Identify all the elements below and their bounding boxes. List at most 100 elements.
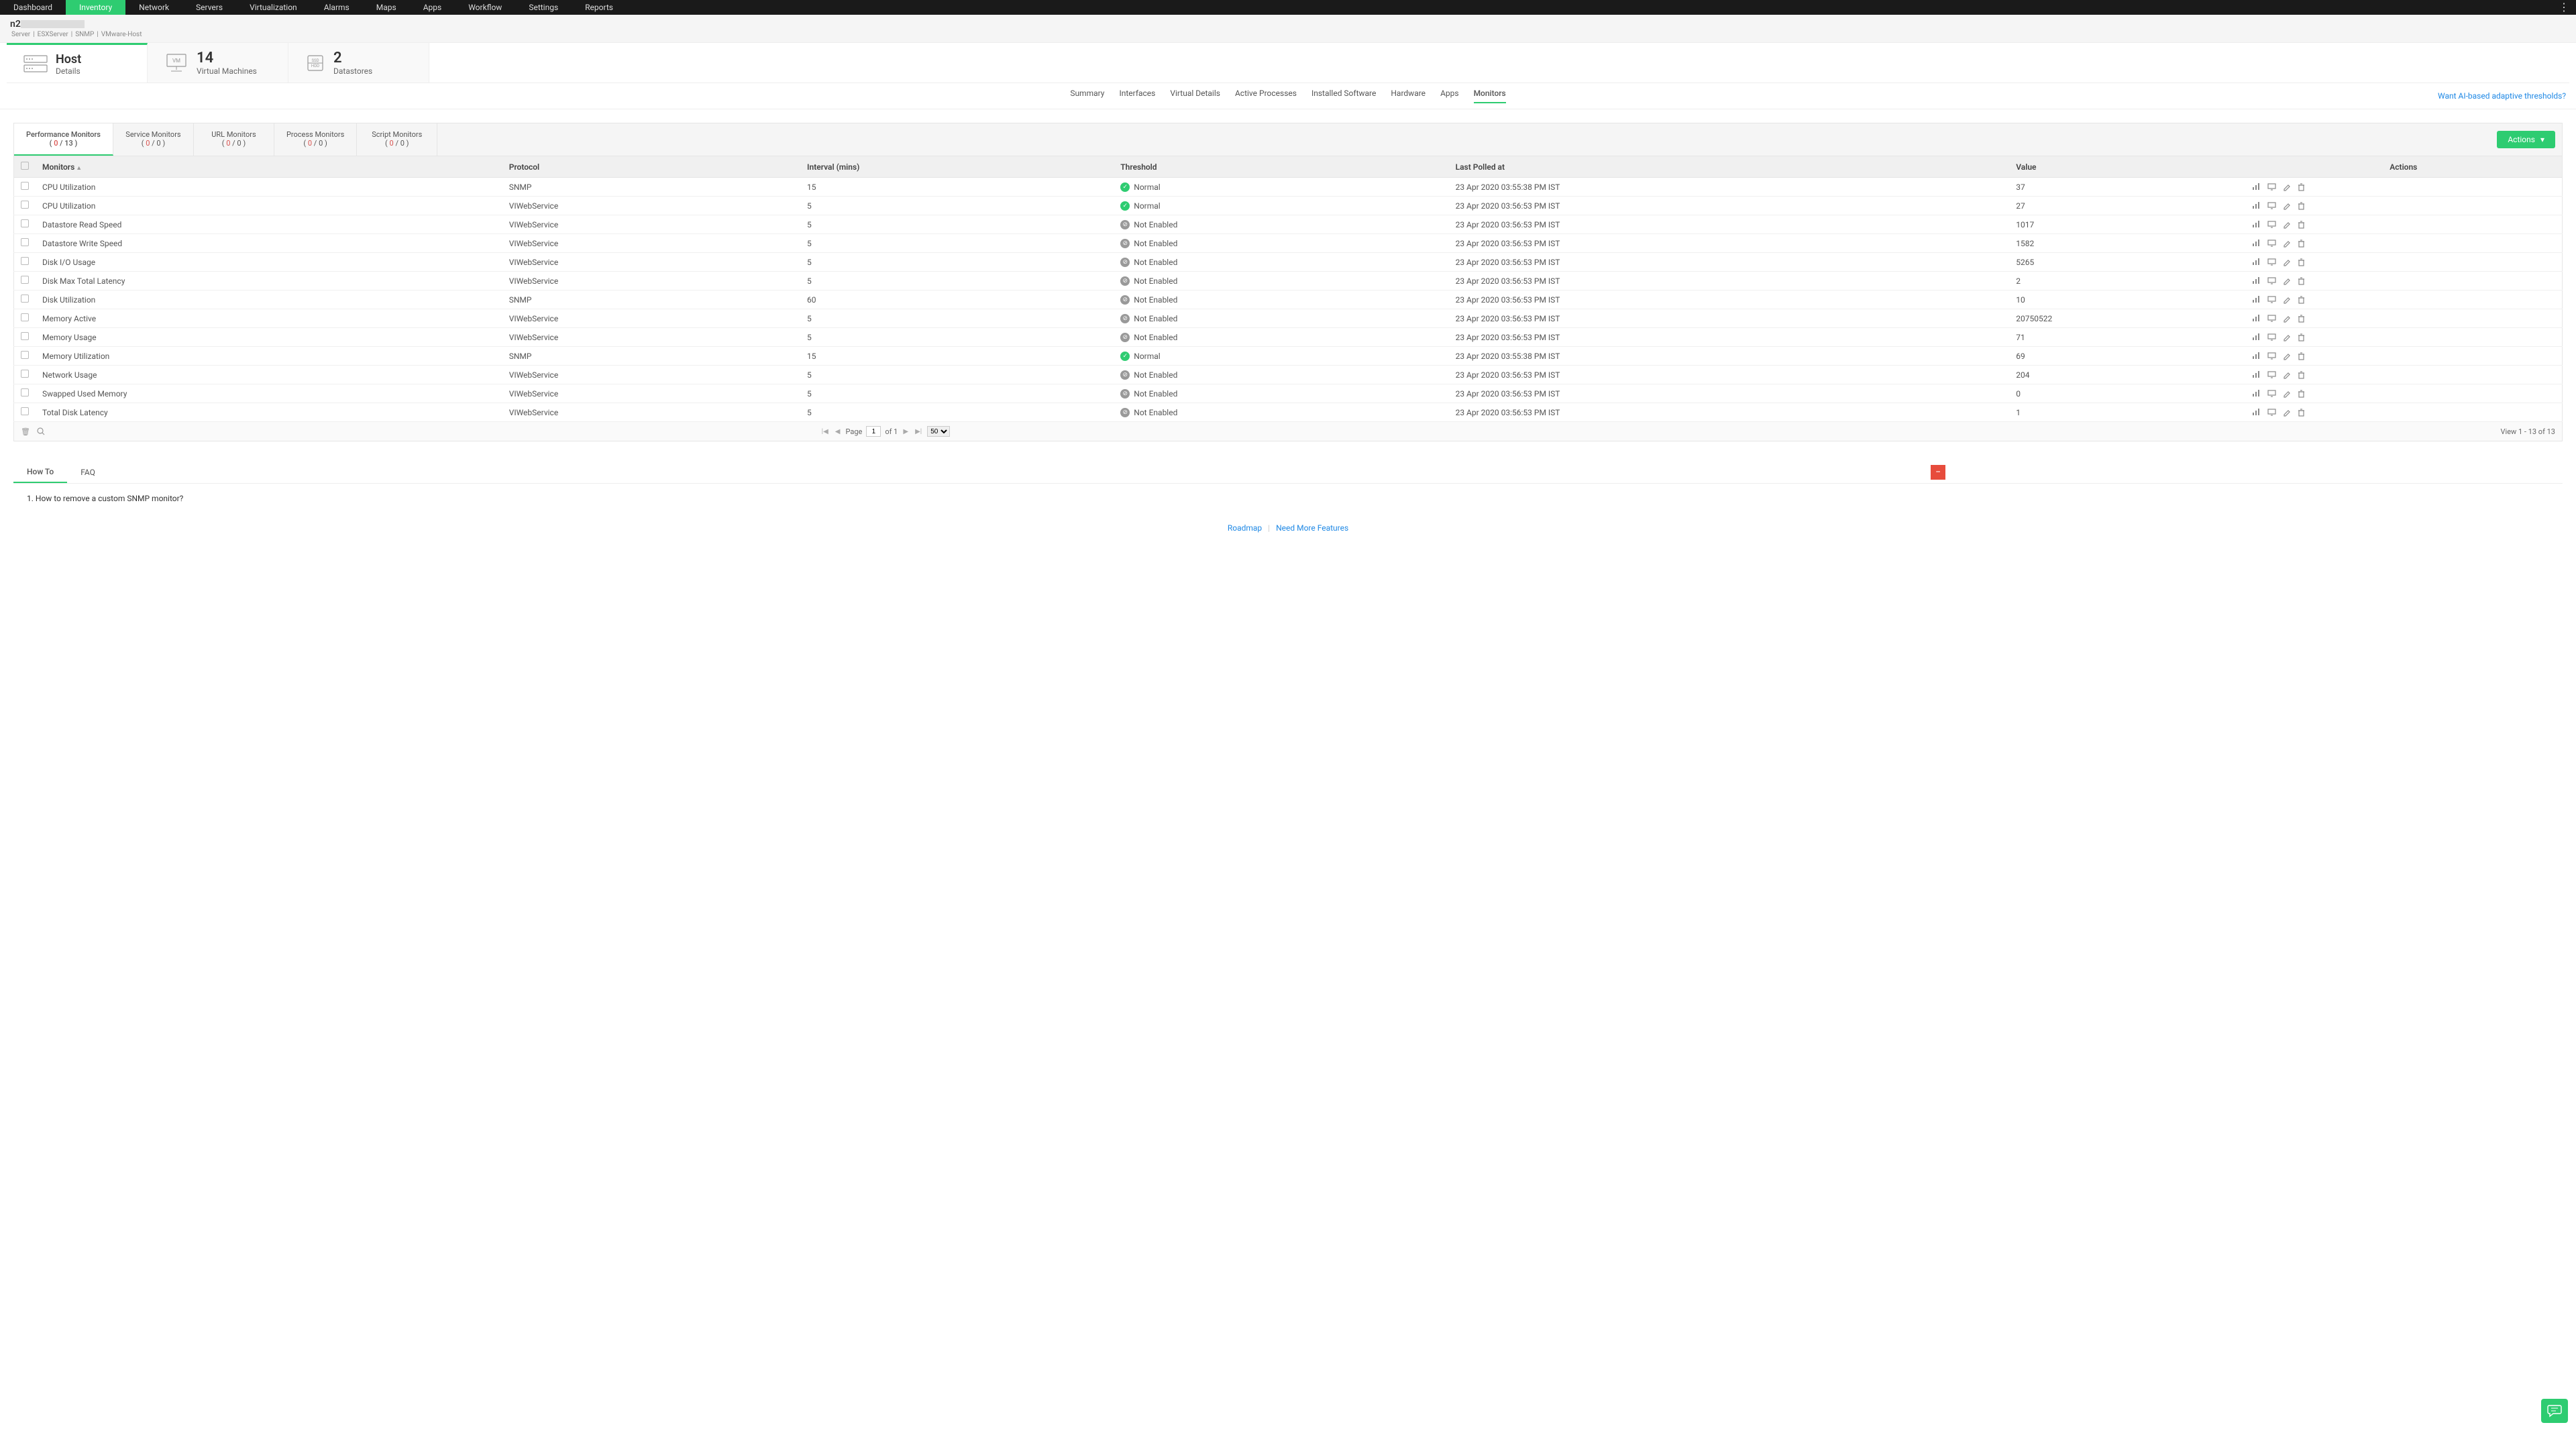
delete-icon[interactable]	[2298, 296, 2305, 304]
actions-dropdown-button[interactable]: Actions ▾	[2497, 131, 2555, 148]
crumb-snmp[interactable]: SNMP	[74, 31, 95, 38]
chart-icon[interactable]	[2252, 221, 2261, 229]
row-checkbox[interactable]	[21, 219, 29, 227]
card-vms[interactable]: VM 14 Virtual Machines	[148, 43, 288, 83]
subtab-summary[interactable]: Summary	[1070, 89, 1104, 103]
monitor-tab-script-monitors[interactable]: Script Monitors( 0 / 0 )	[357, 123, 437, 156]
subtab-interfaces[interactable]: Interfaces	[1119, 89, 1155, 103]
cell-name[interactable]: Disk Utilization	[36, 290, 502, 309]
monitor-icon[interactable]	[2267, 333, 2276, 341]
edit-icon[interactable]	[2283, 333, 2291, 341]
monitor-icon[interactable]	[2267, 277, 2276, 285]
edit-icon[interactable]	[2283, 202, 2291, 210]
monitor-icon[interactable]	[2267, 371, 2276, 379]
delete-icon[interactable]	[2298, 390, 2305, 398]
monitor-icon[interactable]	[2267, 240, 2276, 248]
page-last-icon[interactable]: ▶|	[914, 428, 923, 435]
subtab-active-processes[interactable]: Active Processes	[1235, 89, 1297, 103]
monitor-icon[interactable]	[2267, 352, 2276, 360]
nav-workflow[interactable]: Workflow	[455, 0, 515, 15]
nav-servers[interactable]: Servers	[182, 0, 236, 15]
subtab-monitors[interactable]: Monitors	[1474, 89, 1506, 103]
col-threshold[interactable]: Threshold	[1114, 156, 1448, 178]
search-icon[interactable]	[37, 427, 45, 436]
nav-network[interactable]: Network	[125, 0, 182, 15]
chart-icon[interactable]	[2252, 333, 2261, 341]
col-protocol[interactable]: Protocol	[502, 156, 800, 178]
tab-howto[interactable]: How To	[13, 462, 67, 483]
chart-icon[interactable]	[2252, 390, 2261, 398]
cell-name[interactable]: CPU Utilization	[36, 197, 502, 215]
row-checkbox[interactable]	[21, 238, 29, 246]
row-checkbox[interactable]	[21, 332, 29, 340]
edit-icon[interactable]	[2283, 240, 2291, 248]
chart-icon[interactable]	[2252, 352, 2261, 360]
delete-icon[interactable]	[2298, 409, 2305, 417]
roadmap-link[interactable]: Roadmap	[1228, 523, 1262, 533]
row-checkbox[interactable]	[21, 313, 29, 321]
monitor-tab-service-monitors[interactable]: Service Monitors( 0 / 0 )	[113, 123, 194, 156]
page-prev-icon[interactable]: ◀	[834, 428, 842, 435]
edit-icon[interactable]	[2283, 183, 2291, 191]
collapse-help-button[interactable]: −	[1931, 465, 1945, 480]
cell-name[interactable]: Memory Active	[36, 309, 502, 328]
crumb-server[interactable]: Server	[10, 31, 32, 38]
cell-name[interactable]: Swapped Used Memory	[36, 384, 502, 403]
edit-icon[interactable]	[2283, 315, 2291, 323]
nav-inventory[interactable]: Inventory	[66, 0, 125, 15]
subtab-virtual-details[interactable]: Virtual Details	[1170, 89, 1220, 103]
cell-name[interactable]: Memory Utilization	[36, 347, 502, 366]
chart-icon[interactable]	[2252, 371, 2261, 379]
edit-icon[interactable]	[2283, 371, 2291, 379]
nav-reports[interactable]: Reports	[572, 0, 627, 15]
subtab-installed-software[interactable]: Installed Software	[1311, 89, 1376, 103]
col-monitors[interactable]: Monitors▲	[36, 156, 502, 178]
nav-dashboard[interactable]: Dashboard	[0, 0, 66, 15]
page-first-icon[interactable]: |◀	[820, 428, 830, 435]
cell-name[interactable]: Datastore Write Speed	[36, 234, 502, 253]
delete-icon[interactable]	[2298, 315, 2305, 323]
row-checkbox[interactable]	[21, 276, 29, 284]
monitor-icon[interactable]	[2267, 296, 2276, 304]
subtab-hardware[interactable]: Hardware	[1391, 89, 1426, 103]
nav-maps[interactable]: Maps	[363, 0, 410, 15]
cell-name[interactable]: Total Disk Latency	[36, 403, 502, 422]
row-checkbox[interactable]	[21, 370, 29, 378]
delete-icon[interactable]	[2298, 240, 2305, 248]
delete-selected-icon[interactable]: 🗑	[21, 427, 30, 436]
delete-icon[interactable]	[2298, 183, 2305, 191]
edit-icon[interactable]	[2283, 409, 2291, 417]
monitor-icon[interactable]	[2267, 409, 2276, 417]
delete-icon[interactable]	[2298, 277, 2305, 285]
delete-icon[interactable]	[2298, 221, 2305, 229]
row-checkbox[interactable]	[21, 407, 29, 415]
monitor-icon[interactable]	[2267, 390, 2276, 398]
ai-thresholds-link[interactable]: Want AI-based adaptive thresholds?	[2438, 91, 2566, 101]
row-checkbox[interactable]	[21, 201, 29, 209]
chart-icon[interactable]	[2252, 183, 2261, 191]
nav-settings[interactable]: Settings	[515, 0, 572, 15]
monitor-icon[interactable]	[2267, 221, 2276, 229]
monitor-icon[interactable]	[2267, 258, 2276, 266]
more-features-link[interactable]: Need More Features	[1276, 523, 1348, 533]
card-datastores[interactable]: SSDHDD 2 Datastores	[288, 43, 429, 83]
chart-icon[interactable]	[2252, 315, 2261, 323]
more-menu-icon[interactable]: ⋮	[2559, 0, 2569, 15]
delete-icon[interactable]	[2298, 352, 2305, 360]
col-interval[interactable]: Interval (mins)	[800, 156, 1114, 178]
card-host[interactable]: Host Details	[7, 43, 148, 83]
monitor-icon[interactable]	[2267, 315, 2276, 323]
row-checkbox[interactable]	[21, 388, 29, 396]
col-polled[interactable]: Last Polled at	[1449, 156, 2010, 178]
cell-name[interactable]: Memory Usage	[36, 328, 502, 347]
chart-icon[interactable]	[2252, 202, 2261, 210]
row-checkbox[interactable]	[21, 182, 29, 190]
chart-icon[interactable]	[2252, 296, 2261, 304]
cell-name[interactable]: CPU Utilization	[36, 178, 502, 197]
chart-icon[interactable]	[2252, 240, 2261, 248]
chart-icon[interactable]	[2252, 409, 2261, 417]
delete-icon[interactable]	[2298, 333, 2305, 341]
cell-name[interactable]: Disk I/O Usage	[36, 253, 502, 272]
subtab-apps[interactable]: Apps	[1440, 89, 1459, 103]
delete-icon[interactable]	[2298, 202, 2305, 210]
